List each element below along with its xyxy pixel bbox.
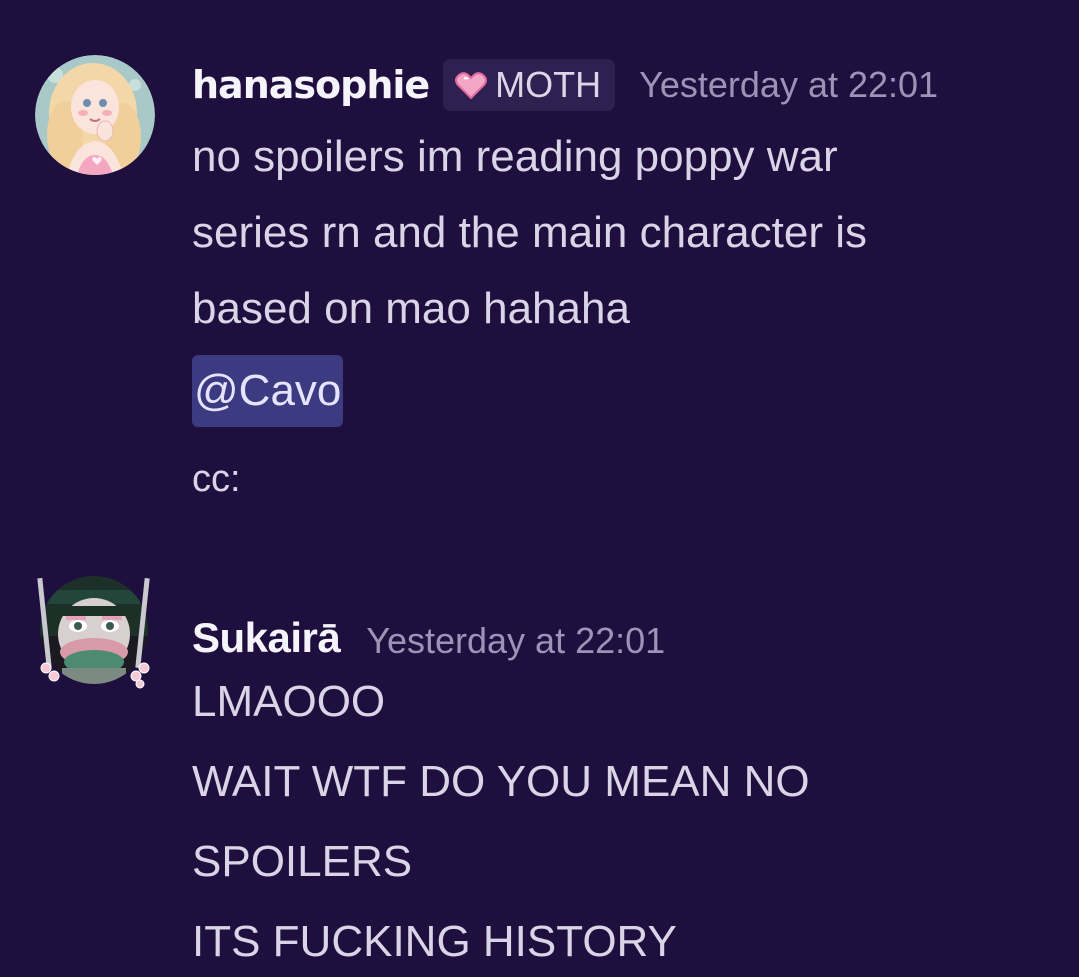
timestamp[interactable]: Yesterday at 22:01 (366, 620, 665, 662)
message-header: hanasophie MOTH Yesterday at 22:01 (192, 55, 1052, 115)
message-body: no spoilers im reading poppy war series … (192, 119, 1052, 517)
pink-heart-icon (455, 72, 488, 99)
avatar-image (35, 55, 155, 175)
user-mention[interactable]: @Cavo (192, 355, 344, 427)
avatar[interactable] (35, 55, 155, 175)
role-tag-label: MOTH (495, 64, 602, 105)
message-line: SPOILERS (192, 837, 413, 886)
username[interactable]: Sukairā (192, 614, 341, 662)
message-line: cc: (192, 458, 241, 500)
mention-line: @Cavo (192, 351, 1052, 431)
message-line: ITS FUCKING HISTORY (192, 917, 677, 966)
message-line: based on mao hahaha (192, 284, 630, 333)
timestamp[interactable]: Yesterday at 22:01 (639, 64, 938, 106)
message-line: WAIT WTF DO YOU MEAN NO (192, 757, 810, 806)
message-header: Sukairā Yesterday at 22:01 (192, 568, 1052, 662)
message-line: no spoilers im reading poppy war (192, 132, 838, 181)
chat-log: hanasophie MOTH Yesterday at 22:01 no sp… (0, 0, 1079, 977)
username[interactable]: hanasophie (192, 63, 430, 107)
message-line: series rn and the main character is (192, 208, 867, 257)
avatar-image (37, 576, 150, 689)
avatar[interactable] (32, 568, 156, 692)
message-body: LMAOOO WAIT WTF DO YOU MEAN NO SPOILERS … (192, 662, 1052, 977)
role-tag[interactable]: MOTH (443, 59, 616, 111)
message-line: LMAOOO (192, 677, 386, 726)
